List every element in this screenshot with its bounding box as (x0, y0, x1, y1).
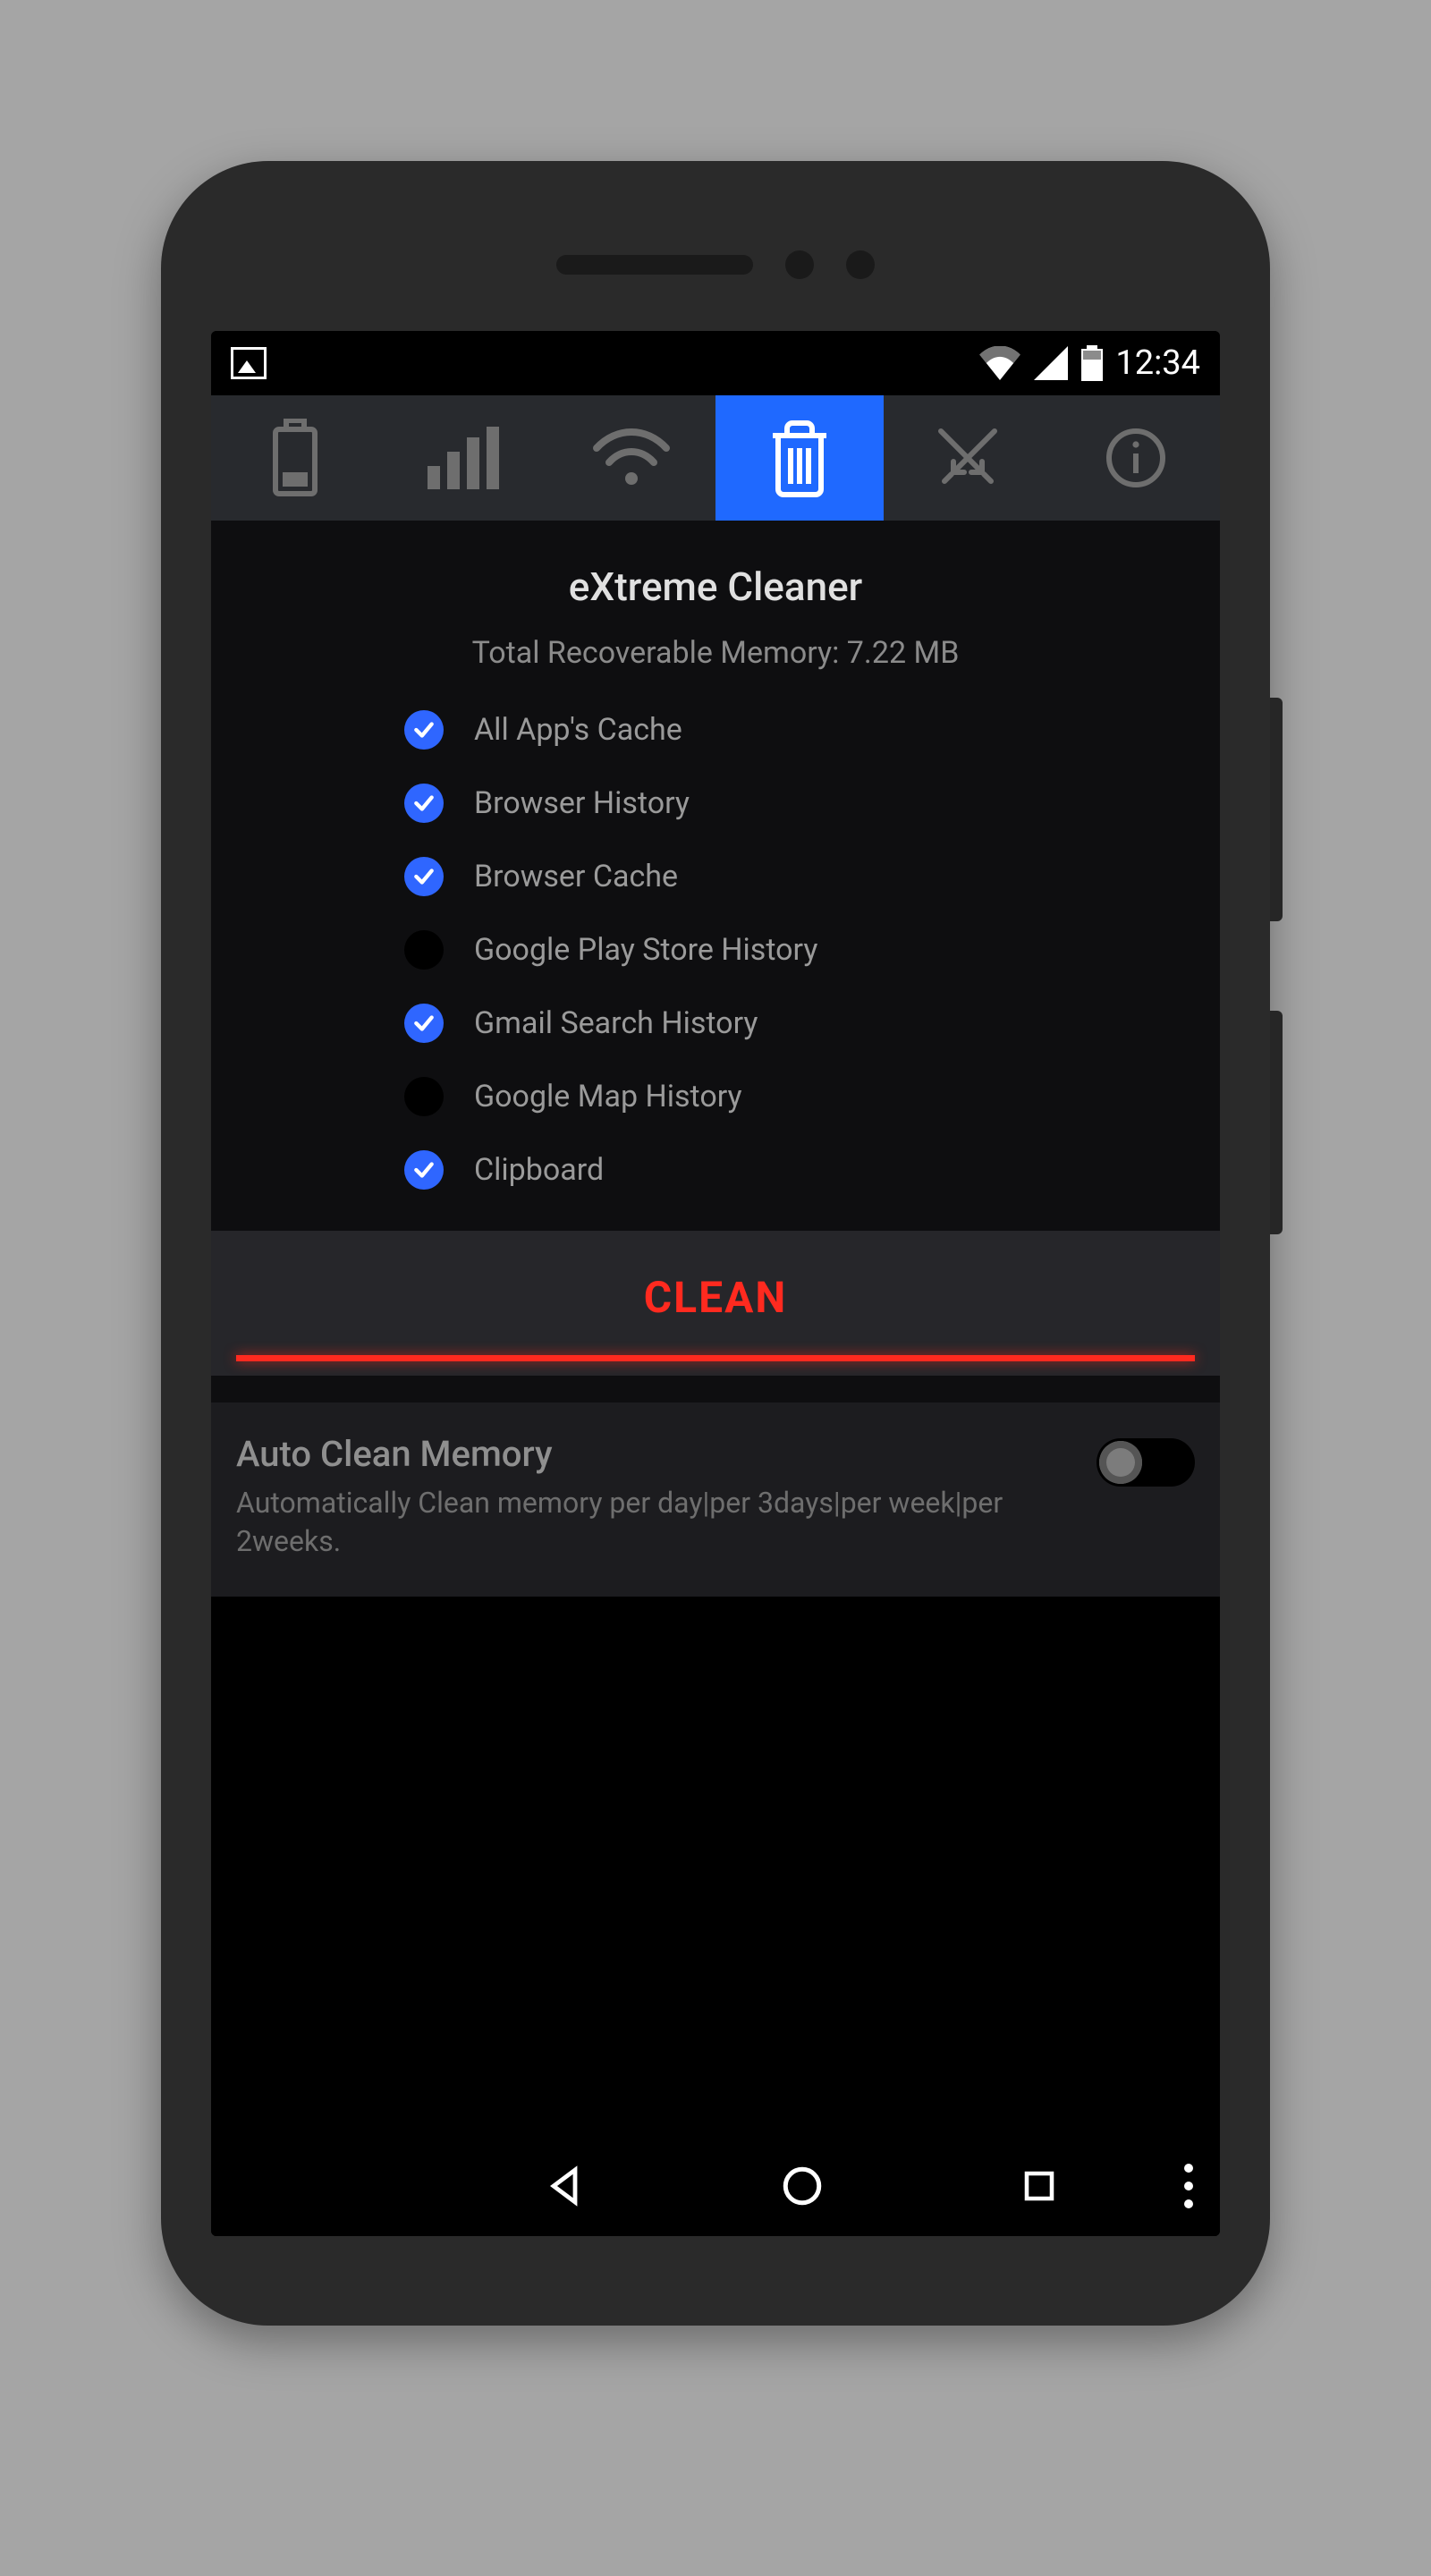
auto-clean-toggle[interactable] (1097, 1438, 1195, 1487)
volume-up-button[interactable] (1270, 698, 1283, 921)
tab-cleaner[interactable] (716, 395, 884, 521)
page-title: eXtreme Cleaner (211, 521, 1220, 635)
tab-battery[interactable] (211, 395, 379, 521)
clean-option[interactable]: Clipboard (404, 1150, 1220, 1190)
auto-clean-description: Automatically Clean memory per day|per 3… (236, 1484, 1073, 1561)
tab-bar (211, 395, 1220, 521)
auto-clean-title: Auto Clean Memory (236, 1433, 1073, 1475)
checkbox-icon (404, 1077, 444, 1116)
checkbox-icon (404, 1004, 444, 1043)
trash-icon (766, 418, 834, 498)
clock: 12:34 (1115, 343, 1200, 383)
home-icon (780, 2164, 825, 2208)
clean-button-label: CLEAN (211, 1272, 1220, 1323)
swords-icon (932, 422, 1003, 494)
option-label: Google Map History (474, 1079, 742, 1114)
clean-option[interactable]: Google Play Store History (404, 930, 1220, 970)
tab-wifi[interactable] (547, 395, 716, 521)
nav-back[interactable] (448, 2165, 685, 2207)
option-label: All App's Cache (474, 712, 682, 748)
checkbox-icon (404, 784, 444, 823)
option-label: Clipboard (474, 1152, 604, 1188)
checkbox-icon (404, 930, 444, 970)
option-label: Gmail Search History (474, 1005, 758, 1041)
option-label: Browser History (474, 785, 690, 821)
wifi-tab-icon (591, 427, 672, 489)
back-icon (545, 2165, 588, 2207)
clean-option[interactable]: Browser History (404, 784, 1220, 823)
clean-options: All App's Cache Browser History Browser Ca… (211, 710, 1220, 1231)
tab-info[interactable] (1052, 395, 1220, 521)
checkbox-icon (404, 1150, 444, 1190)
clean-option[interactable]: All App's Cache (404, 710, 1220, 750)
nav-menu[interactable] (1157, 2164, 1220, 2208)
battery-icon (270, 419, 320, 497)
tab-tools[interactable] (884, 395, 1052, 521)
recoverable-memory: Total Recoverable Memory: 7.22 MB (211, 635, 1220, 710)
screenshot-icon (231, 347, 267, 379)
wifi-icon (979, 346, 1020, 380)
option-label: Browser Cache (474, 859, 678, 894)
phone-speaker (556, 250, 875, 279)
checkbox-icon (404, 857, 444, 896)
signal-bars-icon (428, 427, 499, 489)
nav-recent[interactable] (921, 2167, 1158, 2205)
checkbox-icon (404, 710, 444, 750)
cell-signal-icon (1033, 346, 1069, 380)
android-nav-bar (211, 2136, 1220, 2236)
clean-option[interactable]: Google Map History (404, 1077, 1220, 1116)
status-bar: 12:34 (211, 331, 1220, 395)
cleaner-panel: eXtreme Cleaner Total Recoverable Memory… (211, 521, 1220, 1597)
clean-underline (236, 1355, 1195, 1361)
screen: 12:34 eXtreme Cle (211, 331, 1220, 2236)
clean-option[interactable]: Gmail Search History (404, 1004, 1220, 1043)
info-icon (1105, 427, 1167, 489)
battery-status-icon (1081, 345, 1103, 381)
auto-clean-panel: Auto Clean Memory Automatically Clean me… (211, 1402, 1220, 1597)
nav-home[interactable] (684, 2164, 921, 2208)
toggle-knob (1099, 1441, 1142, 1484)
clean-button[interactable]: CLEAN (211, 1231, 1220, 1376)
volume-down-button[interactable] (1270, 1011, 1283, 1234)
phone-frame: 12:34 eXtreme Cle (161, 161, 1270, 2326)
option-label: Google Play Store History (474, 932, 817, 968)
tab-signal[interactable] (379, 395, 547, 521)
recent-icon (1020, 2167, 1058, 2205)
clean-option[interactable]: Browser Cache (404, 857, 1220, 896)
